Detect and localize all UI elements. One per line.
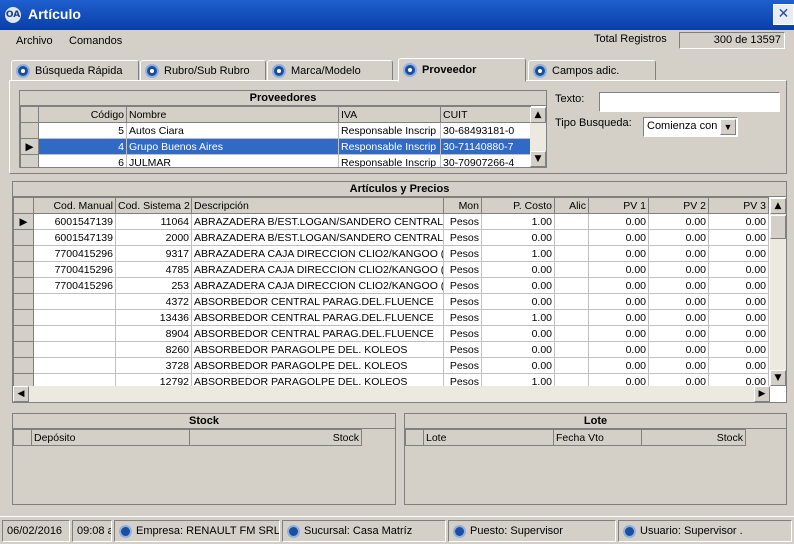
- title-bar: OA Artículo ✕: [0, 0, 794, 30]
- col-iva[interactable]: IVA: [338, 106, 441, 123]
- scroll-down-icon[interactable]: ▼: [530, 151, 546, 167]
- menu-archivo[interactable]: Archivo: [16, 35, 53, 47]
- status-date: 06/02/2016: [2, 520, 70, 542]
- branch-icon: [287, 524, 300, 538]
- tipo-busqueda-select[interactable]: Comienza con ▼: [643, 117, 738, 137]
- table-row[interactable]: 13436 ABSORBEDOR CENTRAL PARAG.DEL.FLUENC…: [13, 309, 769, 326]
- table-row[interactable]: 4372 ABSORBEDOR CENTRAL PARAG.DEL.FLUENCE…: [13, 293, 769, 310]
- user-icon: [453, 524, 466, 538]
- scroll-left-icon[interactable]: ◀: [13, 386, 29, 402]
- search-icon: [403, 63, 417, 77]
- col-codigo[interactable]: Código: [38, 106, 127, 123]
- status-empresa: Empresa: RENAULT FM SRL: [114, 520, 280, 542]
- status-puesto: Puesto: Supervisor: [448, 520, 616, 542]
- chevron-down-icon[interactable]: ▼: [720, 119, 736, 135]
- scroll-thumb[interactable]: [770, 215, 786, 239]
- table-row[interactable]: 8260 ABSORBEDOR PARAGOLPE DEL. KOLEOS Peso…: [13, 341, 769, 358]
- search-icon: [272, 63, 286, 78]
- company-icon: [119, 524, 132, 538]
- window-title: Artículo: [28, 6, 81, 22]
- search-icon: [145, 63, 159, 78]
- articulos-title: Artículos y Precios: [13, 182, 786, 197]
- row-pointer-icon: ▶: [13, 213, 34, 230]
- tab-label: Campos adic.: [552, 64, 620, 77]
- col-lote[interactable]: Lote: [423, 429, 554, 446]
- status-time: 09:08 a: [72, 520, 112, 542]
- table-row[interactable]: 5 Autos Ciara Responsable Inscrip 30-684…: [20, 122, 531, 139]
- stock-grid: Stock Depósito Stock: [12, 413, 396, 505]
- tab-label: Proveedor: [422, 64, 477, 76]
- table-row[interactable]: 6001547139 2000 ABRAZADERA B/EST.LOGAN/SAN…: [13, 229, 769, 246]
- tab-label: Búsqueda Rápida: [35, 64, 123, 77]
- tab-label: Rubro/Sub Rubro: [164, 64, 250, 77]
- table-row[interactable]: ▶ 6001547139 11064 ABRAZADERA B/EST.LOGAN/S…: [13, 213, 769, 230]
- close-button[interactable]: ✕: [773, 4, 794, 25]
- row-indicator-header: [20, 106, 39, 123]
- col-cod-sistema[interactable]: Cod. Sistema 2: [115, 197, 192, 214]
- user-icon: [623, 524, 636, 538]
- scroll-down-icon[interactable]: ▼: [770, 370, 786, 386]
- table-row[interactable]: 7700415296 253 ABRAZADERA CAJA DIRECCION C…: [13, 277, 769, 294]
- lote-grid: Lote Lote Fecha Vto Stock: [404, 413, 787, 505]
- total-label: Total Registros: [594, 33, 667, 45]
- row-pointer-icon: ▶: [20, 138, 39, 155]
- search-icon: [16, 63, 30, 78]
- col-mon[interactable]: Mon: [443, 197, 482, 214]
- tab-campos-adic[interactable]: Campos adic.: [528, 60, 656, 81]
- scroll-up-icon[interactable]: ▲: [770, 198, 786, 214]
- table-row-selected[interactable]: ▶ 4 Grupo Buenos Aires Responsable Inscr…: [20, 138, 531, 155]
- col-pv1[interactable]: PV 1: [588, 197, 649, 214]
- col-cuit[interactable]: CUIT: [440, 106, 531, 123]
- table-row[interactable]: 8904 ABSORBEDOR CENTRAL PARAG.DEL.FLUENCE…: [13, 325, 769, 342]
- articulos-vscrollbar[interactable]: ▲ ▼: [770, 198, 786, 386]
- texto-label: Texto:: [555, 93, 585, 105]
- search-icon: [533, 63, 547, 78]
- col-pv2[interactable]: PV 2: [648, 197, 709, 214]
- col-lote-stock[interactable]: Stock: [641, 429, 746, 446]
- col-p-costo[interactable]: P. Costo: [481, 197, 555, 214]
- col-deposito[interactable]: Depósito: [31, 429, 190, 446]
- articulos-grid: Artículos y Precios Cod. Manual Cod. Sis…: [12, 181, 787, 403]
- scroll-up-icon[interactable]: ▲: [530, 107, 546, 123]
- tab-proveedor[interactable]: Proveedor: [398, 58, 526, 82]
- col-alic[interactable]: Alic: [554, 197, 589, 214]
- total-value: 300 de 13597: [679, 32, 785, 49]
- tab-busqueda-rapida[interactable]: Búsqueda Rápida: [11, 60, 139, 81]
- table-row[interactable]: 7700415296 9317 ABRAZADERA CAJA DIRECCION …: [13, 245, 769, 262]
- table-row[interactable]: 6 JULMAR Responsable Inscrip 30-70907266…: [20, 154, 531, 167]
- app-icon[interactable]: OA: [5, 7, 21, 23]
- tab-label: Marca/Modelo: [291, 64, 361, 77]
- articulos-hscrollbar[interactable]: ◀ ▶: [13, 386, 770, 402]
- scroll-right-icon[interactable]: ▶: [754, 386, 770, 402]
- status-sucursal: Sucursal: Casa Matríz: [282, 520, 446, 542]
- tipo-busqueda-label: Tipo Busqueda:: [555, 117, 632, 129]
- stock-title: Stock: [13, 414, 395, 429]
- col-nombre[interactable]: Nombre: [126, 106, 339, 123]
- proveedores-grid: Proveedores Código Nombre IVA CUIT 5 Aut…: [19, 90, 547, 168]
- tab-rubro[interactable]: Rubro/Sub Rubro: [140, 60, 266, 81]
- col-descripcion[interactable]: Descripción: [191, 197, 444, 214]
- tab-marca[interactable]: Marca/Modelo: [267, 60, 393, 81]
- proveedores-title: Proveedores: [20, 91, 546, 106]
- proveedores-scrollbar[interactable]: ▲ ▼: [530, 107, 546, 167]
- lote-title: Lote: [405, 414, 786, 429]
- menu-comandos[interactable]: Comandos: [69, 35, 122, 47]
- status-usuario: Usuario: Supervisor .: [618, 520, 792, 542]
- tipo-busqueda-value: Comienza con: [647, 120, 718, 132]
- texto-input[interactable]: [599, 92, 780, 112]
- col-cod-manual[interactable]: Cod. Manual: [33, 197, 116, 214]
- table-row[interactable]: 3728 ABSORBEDOR PARAGOLPE DEL. KOLEOS Peso…: [13, 357, 769, 374]
- col-fecha-vto[interactable]: Fecha Vto: [553, 429, 642, 446]
- table-row[interactable]: 7700415296 4785 ABRAZADERA CAJA DIRECCION …: [13, 261, 769, 278]
- col-pv3[interactable]: PV 3: [708, 197, 769, 214]
- col-stock[interactable]: Stock: [189, 429, 362, 446]
